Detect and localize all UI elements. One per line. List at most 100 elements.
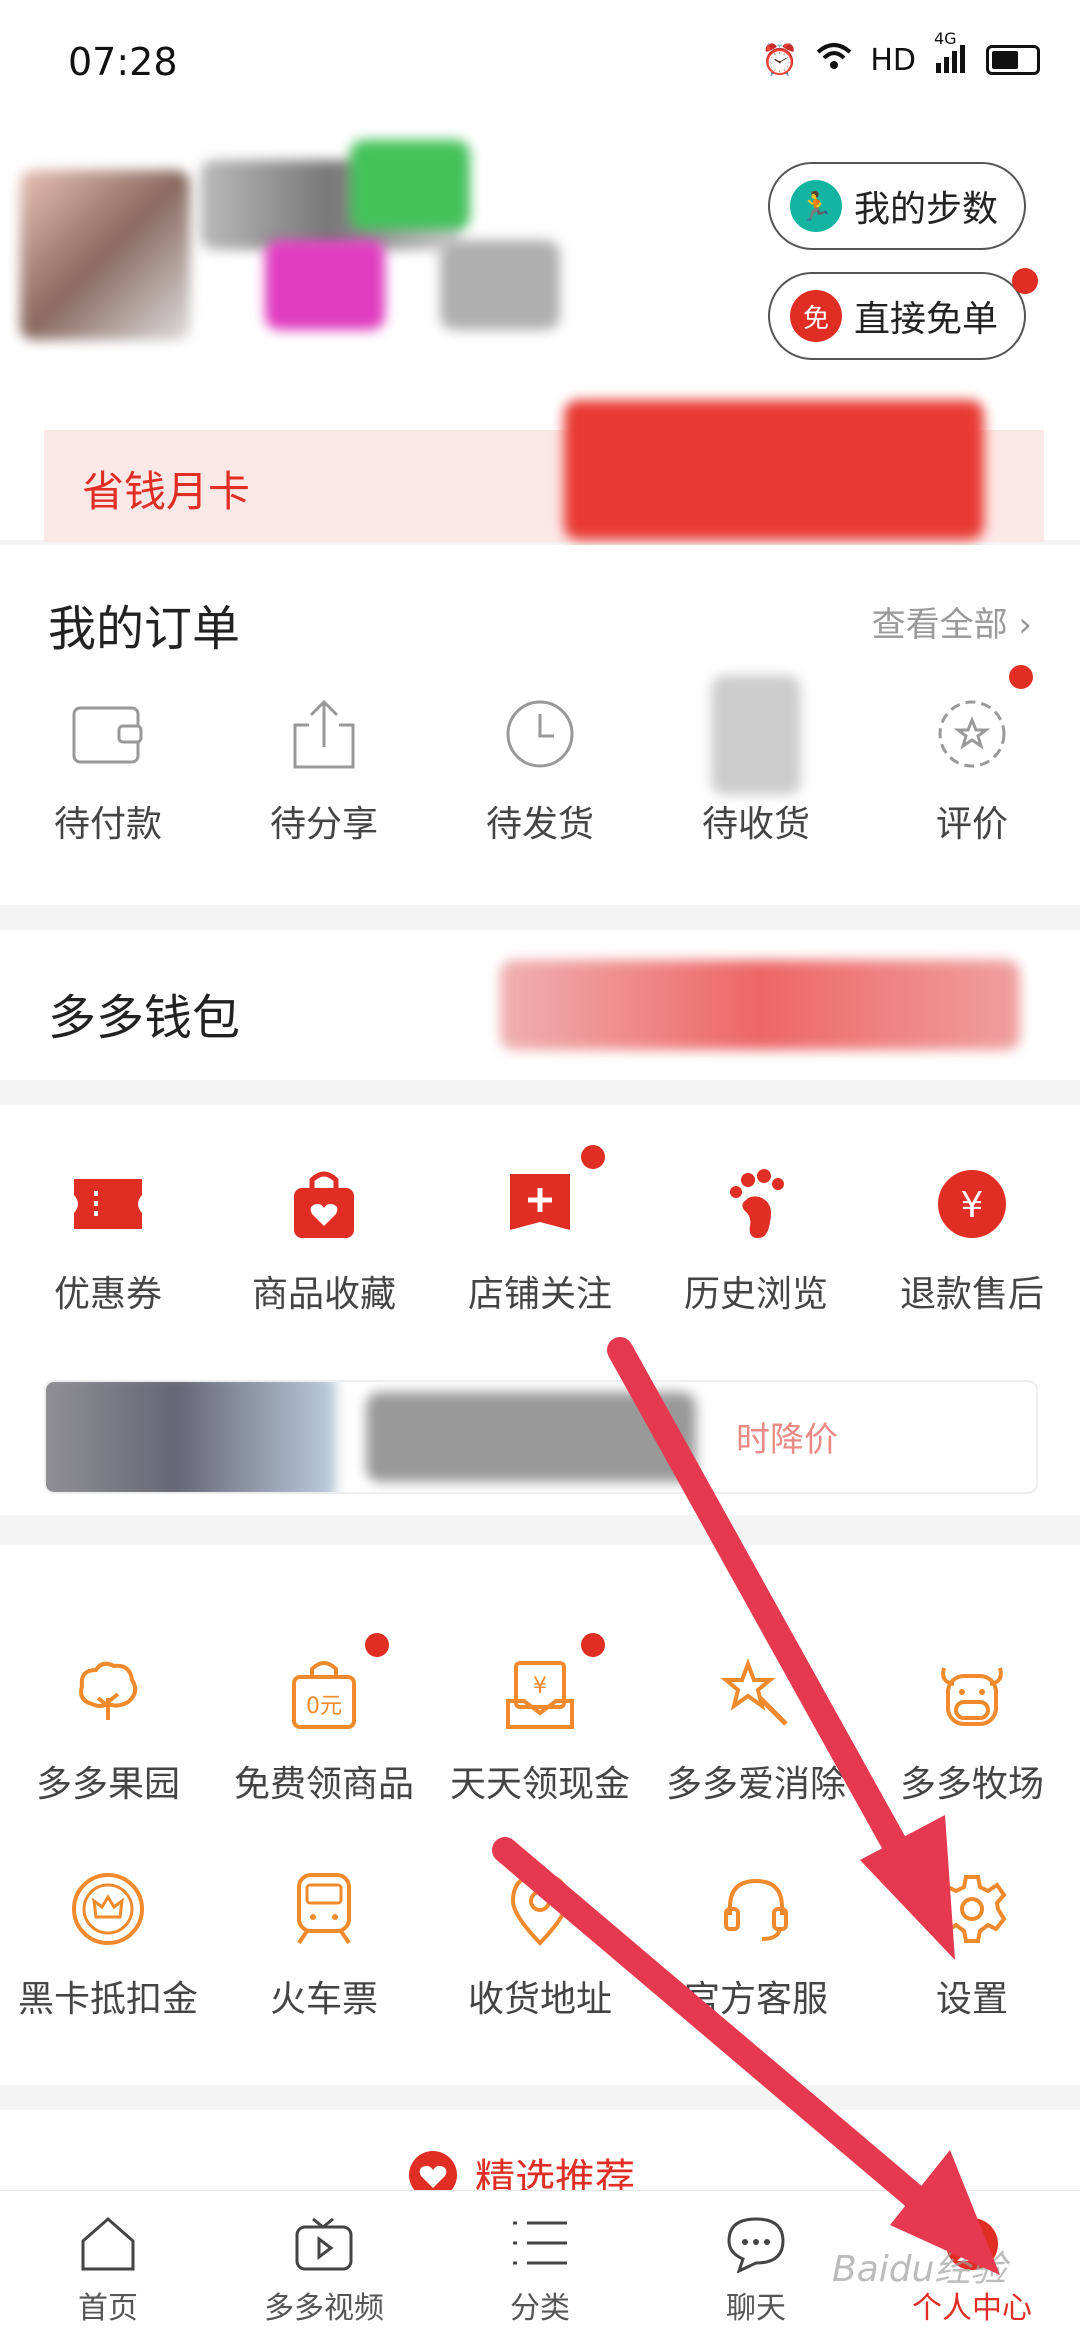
service-label: 多多果园 bbox=[35, 1764, 180, 1805]
service-address[interactable]: 收货地址 bbox=[432, 1870, 648, 2022]
free-order-icon-text: 免 bbox=[802, 303, 829, 334]
shortcut-label: 商品收藏 bbox=[251, 1274, 396, 1315]
watermark-text: Baidu经验 bbox=[832, 2249, 1007, 2290]
nav-label: 多多视频 bbox=[264, 2291, 384, 2326]
service-ranch[interactable]: 多多牧场 bbox=[864, 1655, 1080, 1807]
order-pending-ship[interactable]: 待发货 bbox=[432, 695, 648, 847]
service-daily-cash[interactable]: ¥ 天天领现金 bbox=[432, 1633, 648, 1807]
shortcut-label: 店铺关注 bbox=[467, 1274, 612, 1315]
battery-icon bbox=[986, 45, 1040, 75]
service-match-game[interactable]: 多多爱消除 bbox=[648, 1655, 864, 1807]
order-label: 待收货 bbox=[701, 804, 810, 845]
coupon-icon bbox=[69, 1165, 147, 1243]
review-red-dot bbox=[1009, 665, 1033, 689]
location-icon bbox=[501, 1870, 579, 1948]
service-black-card[interactable]: 黑卡抵扣金 bbox=[0, 1870, 216, 2022]
wallet-balance-blur bbox=[500, 960, 1020, 1050]
free-bag-badge: 0元 bbox=[306, 1694, 342, 1719]
order-pending-share[interactable]: 待分享 bbox=[216, 695, 432, 847]
status-time: 07:28 bbox=[68, 40, 178, 84]
order-review[interactable]: 评价 bbox=[864, 665, 1080, 847]
signal-icon: 4G bbox=[934, 29, 968, 78]
headset-icon bbox=[717, 1870, 795, 1948]
my-steps-button[interactable]: 🏃 我的步数 bbox=[767, 162, 1026, 250]
cash-icon: ¥ bbox=[501, 1633, 605, 1733]
svg-text:¥: ¥ bbox=[961, 1185, 984, 1226]
order-pending-receive[interactable]: 待收货 bbox=[648, 675, 864, 847]
truck-icon bbox=[711, 675, 801, 795]
star-wand-icon bbox=[717, 1655, 795, 1733]
crown-coin-icon bbox=[69, 1870, 147, 1948]
service-label: 免费领商品 bbox=[233, 1764, 414, 1805]
shortcut-coupons[interactable]: 优惠券 bbox=[0, 1165, 216, 1317]
order-label: 待发货 bbox=[485, 804, 594, 845]
order-pending-payment[interactable]: 待付款 bbox=[0, 695, 216, 847]
service-label: 官方客服 bbox=[683, 1979, 828, 2020]
nav-category[interactable]: 分类 bbox=[432, 2191, 648, 2341]
status-bar: 07:28 ⏰ HD 4G bbox=[0, 0, 1080, 130]
wallet-section[interactable]: 多多钱包 bbox=[0, 930, 1080, 1080]
see-all-label: 查看全部 bbox=[871, 605, 1008, 645]
gear-icon bbox=[933, 1870, 1011, 1948]
cash-badge: ¥ bbox=[533, 1674, 547, 1699]
shortcut-store-follow[interactable]: 店铺关注 bbox=[432, 1145, 648, 1317]
shortcut-label: 退款售后 bbox=[899, 1274, 1044, 1315]
service-settings[interactable]: 设置 bbox=[864, 1870, 1080, 2022]
service-label: 多多爱消除 bbox=[665, 1764, 846, 1805]
tree-icon bbox=[69, 1655, 147, 1733]
tv-icon bbox=[295, 2217, 353, 2271]
service-label: 多多牧场 bbox=[899, 1764, 1044, 1805]
nav-label: 首页 bbox=[78, 2291, 138, 2326]
service-label: 黑卡抵扣金 bbox=[17, 1979, 198, 2020]
shortcut-label: 历史浏览 bbox=[683, 1274, 828, 1315]
recommend-section: 精选推荐 bbox=[0, 2110, 1080, 2202]
notice-text-blur bbox=[366, 1392, 696, 1482]
shortcuts-grid: 优惠券 商品收藏 店铺关注 历史浏览 ¥ 退款售后 bbox=[0, 1145, 1080, 1317]
wallet-icon bbox=[69, 695, 147, 773]
service-train-ticket[interactable]: 火车票 bbox=[216, 1870, 432, 2022]
orders-section: 我的订单 查看全部 › 待付款 待分享 待发货 待收货 评价 bbox=[0, 545, 1080, 905]
refund-icon: ¥ bbox=[933, 1165, 1011, 1243]
shortcut-history[interactable]: 历史浏览 bbox=[648, 1165, 864, 1317]
service-orchard[interactable]: 多多果园 bbox=[0, 1655, 216, 1807]
service-free-goods[interactable]: 0元 免费领商品 bbox=[216, 1633, 432, 1807]
shortcut-refund[interactable]: ¥ 退款售后 bbox=[864, 1165, 1080, 1317]
service-label: 收货地址 bbox=[467, 1979, 612, 2020]
network-label: HD bbox=[870, 42, 916, 78]
month-card-banner[interactable]: 省钱月卡 bbox=[44, 400, 1044, 542]
alarm-icon: ⏰ bbox=[760, 42, 799, 78]
month-card-blur bbox=[564, 400, 984, 540]
wallet-title: 多多钱包 bbox=[48, 990, 241, 1046]
order-label: 待付款 bbox=[53, 804, 162, 845]
status-icons: ⏰ HD 4G bbox=[760, 29, 1040, 78]
home-icon bbox=[81, 2217, 135, 2271]
nav-label: 聊天 bbox=[726, 2291, 786, 2326]
watermark: Baidu经验 bbox=[832, 2240, 1006, 2292]
price-drop-notice[interactable]: 时降价 bbox=[44, 1380, 1038, 1494]
service-customer-support[interactable]: 官方客服 bbox=[648, 1870, 864, 2022]
store-follow-icon bbox=[501, 1145, 605, 1243]
badge-blur-2 bbox=[440, 240, 560, 330]
daily-cash-red-dot bbox=[581, 1633, 605, 1657]
order-label: 待分享 bbox=[269, 804, 378, 845]
clock-icon bbox=[501, 695, 579, 773]
nav-home[interactable]: 首页 bbox=[0, 2191, 216, 2341]
free-order-label: 直接免单 bbox=[853, 299, 998, 340]
badge-blur bbox=[265, 240, 385, 330]
free-order-button[interactable]: 免 直接免单 bbox=[767, 272, 1026, 360]
nav-video[interactable]: 多多视频 bbox=[216, 2191, 432, 2341]
shortcut-favorites[interactable]: 商品收藏 bbox=[216, 1165, 432, 1317]
orders-grid: 待付款 待分享 待发货 待收货 评价 bbox=[0, 665, 1080, 847]
chevron-right-icon: › bbox=[1018, 605, 1032, 645]
nav-label: 分类 bbox=[510, 2291, 570, 2326]
avatar[interactable] bbox=[20, 170, 190, 340]
see-all-orders-link[interactable]: 查看全部 › bbox=[872, 597, 1032, 646]
price-drop-text: 时降价 bbox=[736, 1420, 838, 1460]
shortcuts-section: 优惠券 商品收藏 店铺关注 历史浏览 ¥ 退款售后 时降价 bbox=[0, 1105, 1080, 1515]
service-label: 设置 bbox=[935, 1979, 1008, 2020]
favorite-bag-icon bbox=[285, 1165, 363, 1243]
chat-icon bbox=[727, 2217, 785, 2273]
cow-icon bbox=[933, 1655, 1011, 1733]
product-thumb-blur bbox=[46, 1382, 336, 1492]
free-goods-red-dot bbox=[365, 1633, 389, 1657]
